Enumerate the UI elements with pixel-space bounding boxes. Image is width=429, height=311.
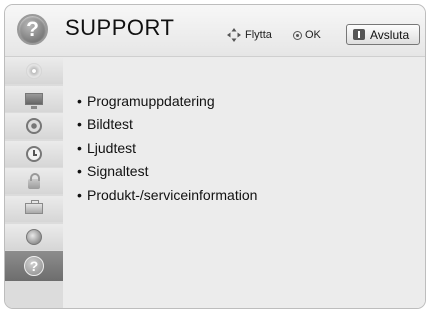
menu-item-label: Ljudtest bbox=[87, 139, 137, 156]
hint-ok-label: OK bbox=[305, 29, 321, 41]
menu-item-software-update[interactable]: • Programuppdatering bbox=[77, 89, 425, 113]
menu-item-product-service-info[interactable]: • Produkt-/serviceinformation bbox=[77, 183, 425, 207]
menu-item-label: Programuppdatering bbox=[87, 92, 215, 109]
ok-button-icon bbox=[293, 31, 302, 40]
screen-icon bbox=[25, 92, 43, 109]
exit-label: Avsluta bbox=[370, 27, 410, 42]
menu-item-picture-test[interactable]: • Bildtest bbox=[77, 113, 425, 137]
sidebar: ? bbox=[5, 58, 63, 308]
header-bar: ? SUPPORT Flytta OK Avsluta bbox=[5, 5, 425, 57]
bullet: • bbox=[77, 163, 82, 180]
support-options-list: • Programuppdatering • Bildtest • Ljudte… bbox=[63, 58, 425, 207]
menu-item-label: Produkt-/serviceinformation bbox=[87, 186, 258, 203]
exit-button[interactable]: Avsluta bbox=[346, 24, 420, 45]
help-icon: ? bbox=[17, 14, 48, 45]
sidebar-item-media[interactable] bbox=[5, 58, 63, 84]
lock-icon bbox=[28, 172, 40, 189]
speaker-icon bbox=[26, 118, 42, 135]
globe-icon bbox=[26, 228, 42, 245]
hint-move-label: Flytta bbox=[245, 29, 272, 41]
exit-icon bbox=[353, 29, 365, 40]
page-title: SUPPORT bbox=[65, 15, 175, 40]
sidebar-item-picture[interactable] bbox=[5, 85, 63, 112]
sidebar-item-time[interactable] bbox=[5, 140, 63, 167]
menu-item-label: Signaltest bbox=[87, 163, 149, 180]
bullet: • bbox=[77, 186, 82, 203]
menu-item-sound-test[interactable]: • Ljudtest bbox=[77, 136, 425, 160]
toolbox-icon bbox=[25, 200, 43, 215]
sidebar-item-lock[interactable] bbox=[5, 168, 63, 195]
menu-item-signal-test[interactable]: • Signaltest bbox=[77, 160, 425, 184]
bullet: • bbox=[77, 139, 82, 156]
bullet: • bbox=[77, 92, 82, 109]
menu-item-label: Bildtest bbox=[87, 116, 133, 133]
clock-icon bbox=[26, 145, 42, 162]
sidebar-item-audio[interactable] bbox=[5, 113, 63, 140]
sidebar-item-network[interactable] bbox=[5, 223, 63, 250]
bullet: • bbox=[77, 116, 82, 133]
support-menu-window: ? SUPPORT Flytta OK Avsluta ? • Programu… bbox=[4, 4, 426, 309]
help-icon: ? bbox=[24, 256, 44, 277]
sidebar-item-options[interactable] bbox=[5, 195, 63, 222]
support-content: • Programuppdatering • Bildtest • Ljudte… bbox=[63, 58, 425, 308]
disc-icon bbox=[26, 63, 42, 79]
navigate-arrows-icon bbox=[227, 28, 241, 42]
sidebar-item-support[interactable]: ? bbox=[5, 251, 63, 282]
